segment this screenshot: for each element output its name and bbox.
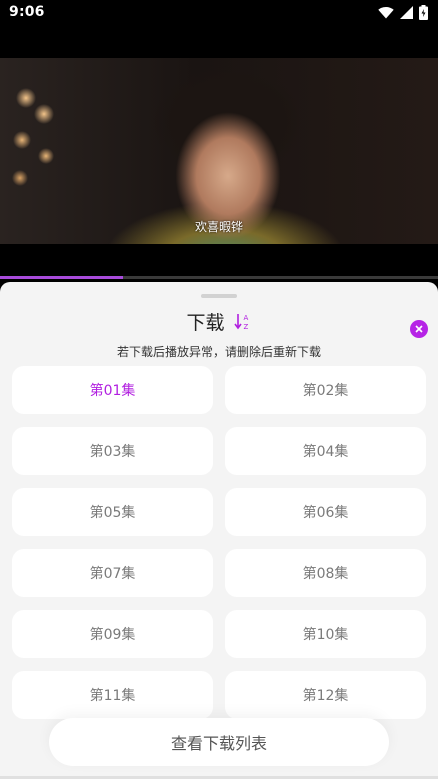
download-hint: 若下载后播放异常，请删除后重新下载	[116, 345, 321, 359]
video-subtitle: 欢喜暇铧	[194, 220, 243, 234]
sort-button[interactable]: A Z	[233, 312, 252, 332]
status-time: 9:06	[9, 4, 45, 20]
episode-button[interactable]: 第06集	[225, 488, 426, 536]
episode-button[interactable]: 第12集	[225, 671, 426, 719]
drag-handle[interactable]	[201, 294, 237, 298]
episode-button[interactable]: 第02集	[225, 366, 426, 414]
close-icon	[415, 325, 423, 333]
episode-button[interactable]: 第04集	[225, 427, 426, 475]
video-player[interactable]: 欢喜暇铧	[0, 58, 438, 244]
episode-button[interactable]: 第11集	[12, 671, 213, 719]
episode-button[interactable]: 第08集	[225, 549, 426, 597]
close-button[interactable]	[410, 320, 428, 338]
signal-icon	[400, 6, 413, 19]
sheet-title: 下载	[186, 312, 225, 334]
svg-text:Z: Z	[243, 323, 248, 331]
episode-button[interactable]: 第03集	[12, 427, 213, 475]
sort-az-icon: A Z	[233, 313, 248, 331]
episode-button[interactable]: 第09集	[12, 610, 213, 658]
download-sheet: 下载 A Z 若下载后播放异常，请删除后重新下载 第01集 第02集 第03集 第04…	[0, 282, 438, 779]
episode-button[interactable]: 第01集	[12, 366, 213, 414]
view-download-list-button[interactable]: 查看下载列表	[49, 718, 389, 766]
episode-button[interactable]: 第10集	[225, 610, 426, 658]
video-progress-bar[interactable]	[0, 276, 438, 279]
episode-button[interactable]: 第05集	[12, 488, 213, 536]
wifi-icon	[378, 6, 394, 19]
svg-text:A: A	[243, 314, 248, 322]
status-icons	[378, 5, 428, 20]
sheet-header: 下载 A Z	[0, 308, 438, 335]
video-progress-fill	[0, 276, 123, 279]
battery-icon	[419, 5, 428, 20]
status-bar: 9:06	[0, 0, 438, 26]
episode-button[interactable]: 第07集	[12, 549, 213, 597]
